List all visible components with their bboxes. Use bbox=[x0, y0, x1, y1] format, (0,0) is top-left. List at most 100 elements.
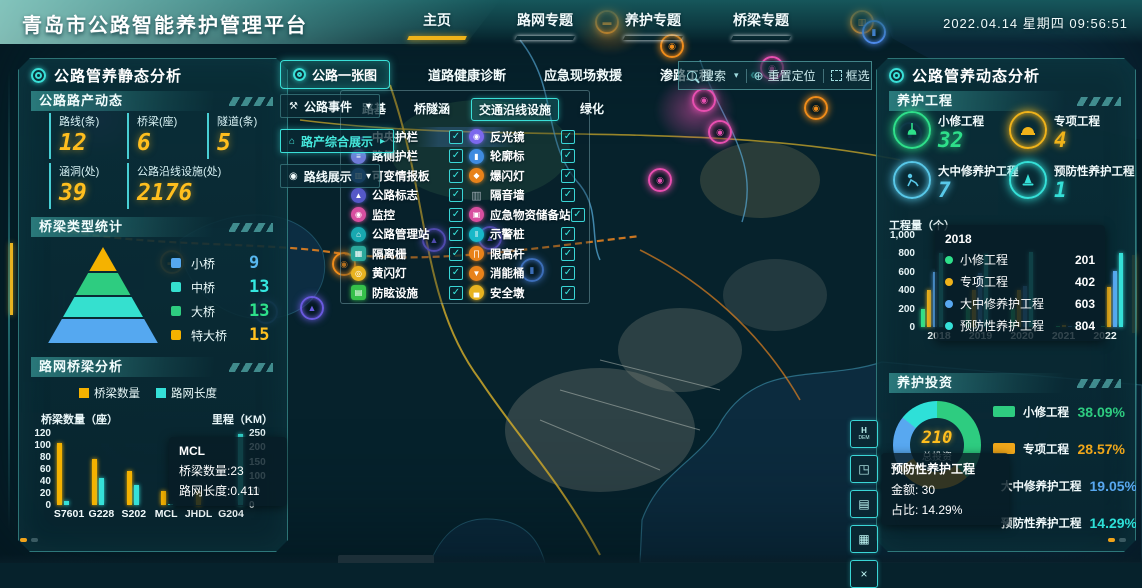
legend-item-路网长度: 路网长度 bbox=[156, 385, 217, 401]
map-marker[interactable]: ◉ bbox=[648, 168, 672, 192]
hammer-icon: ⚒ bbox=[289, 101, 298, 112]
map-button-应急现场救援[interactable]: 应急现场救援 bbox=[544, 65, 622, 84]
reset-position-button[interactable]: ⊕ 重置定位 bbox=[754, 67, 816, 84]
x-label: S202 bbox=[118, 509, 150, 521]
nav-active-underline bbox=[407, 36, 467, 40]
checkbox-消能桶[interactable]: ✓ bbox=[561, 266, 575, 280]
桥梁数量-bar[interactable] bbox=[57, 443, 62, 505]
pyramid-slice bbox=[47, 297, 159, 317]
stat-value: 12 bbox=[59, 129, 99, 159]
pagination-dots-right[interactable] bbox=[1108, 538, 1126, 542]
search-input[interactable]: 搜索 ▾ bbox=[702, 67, 739, 84]
map-marker[interactable]: ▲ bbox=[300, 296, 324, 320]
pagination-dots-left[interactable] bbox=[20, 538, 38, 542]
桥梁数量-bar[interactable] bbox=[127, 471, 132, 505]
map-marker[interactable]: ◉ bbox=[804, 96, 828, 120]
路网长度-bar[interactable] bbox=[64, 501, 69, 505]
facility-item: ◉反光镜✓ bbox=[469, 129, 581, 145]
home-icon: ⌂ bbox=[289, 136, 295, 147]
nav-tab-label: 桥梁专题 bbox=[732, 10, 790, 30]
路网长度-bar[interactable] bbox=[99, 478, 104, 505]
facility-item: ◎黄闪灯✓ bbox=[351, 265, 469, 281]
checkbox-爆闪灯[interactable]: ✓ bbox=[561, 169, 575, 183]
map-marker[interactable]: ◉ bbox=[708, 120, 732, 144]
legend-swatch bbox=[156, 388, 166, 398]
fullscreen-button[interactable]: × bbox=[850, 560, 878, 588]
checkbox-应急物资储备站[interactable]: ✓ bbox=[571, 208, 585, 222]
stat-value: 7 bbox=[938, 179, 1019, 202]
checkbox-监控[interactable]: ✓ bbox=[449, 208, 463, 222]
axis-tick: 120 bbox=[29, 428, 51, 439]
facility-item: ▥隔音墙✓ bbox=[469, 187, 581, 203]
应急物资储备站-icon: ▣ bbox=[469, 207, 484, 222]
axis-tick: 0 bbox=[885, 322, 915, 333]
反光镜-icon: ◉ bbox=[469, 129, 484, 144]
checkbox-轮廓标[interactable]: ✓ bbox=[561, 149, 575, 163]
map-marker[interactable]: ◉ bbox=[692, 88, 716, 112]
facility-tab-绿化[interactable]: 绿化 bbox=[573, 98, 611, 121]
checkbox-示警桩[interactable]: ✓ bbox=[561, 227, 575, 241]
nav-tab-主页[interactable]: 主页 bbox=[408, 10, 466, 40]
section-maintenance-investment: 养护投资 bbox=[889, 373, 1123, 393]
marquee-label: 框选 bbox=[846, 67, 870, 84]
checkbox-隔音墙[interactable]: ✓ bbox=[561, 188, 575, 202]
tooltip-row-大中修养护工程: 大中修养护工程603 bbox=[945, 295, 1095, 312]
checkbox-防眩设施[interactable]: ✓ bbox=[449, 286, 463, 300]
datetime-display: 2022.04.14 星期四 09:56:51 bbox=[943, 13, 1128, 32]
专项工程-bar[interactable] bbox=[927, 290, 931, 327]
小修工程-bar[interactable] bbox=[921, 309, 925, 327]
dropdown-路线展示[interactable]: ◉路线展示▾ bbox=[280, 164, 380, 188]
checkbox-黄闪灯[interactable]: ✓ bbox=[449, 266, 463, 280]
basemap-button[interactable]: ▤ bbox=[850, 490, 878, 518]
road-onemap-button[interactable]: 公路一张图 bbox=[280, 60, 390, 89]
安全墩-icon: ▄ bbox=[469, 285, 484, 300]
路网长度-bar[interactable] bbox=[134, 485, 139, 505]
dem-layer-button[interactable]: HDEM bbox=[850, 420, 878, 448]
预防性养护工程-bar[interactable] bbox=[1119, 253, 1123, 327]
专项工程-bar[interactable] bbox=[1107, 287, 1111, 327]
marquee-select-button[interactable]: 框选 bbox=[831, 67, 870, 84]
tool-glyph: × bbox=[860, 567, 867, 581]
checkbox-路侧护栏[interactable]: ✓ bbox=[449, 149, 463, 163]
checkbox-安全墩[interactable]: ✓ bbox=[561, 286, 575, 300]
dropdown-路产综合展示[interactable]: ⌂路产综合展示▸ bbox=[280, 129, 394, 153]
checkbox-可变情报板[interactable]: ✓ bbox=[449, 169, 463, 183]
nav-tab-路网专题[interactable]: 路网专题 bbox=[516, 10, 574, 40]
checkbox-限高杆[interactable]: ✓ bbox=[561, 247, 575, 261]
facility-label: 公路标志 bbox=[372, 187, 449, 203]
checkbox-隔离栅[interactable]: ✓ bbox=[449, 247, 463, 261]
桥梁数量-bar[interactable] bbox=[161, 491, 166, 505]
legend-label: 中桥 bbox=[191, 279, 239, 296]
x-label: G228 bbox=[85, 509, 117, 521]
stat-text: 小修工程32 bbox=[938, 111, 984, 152]
axis-tick: 0 bbox=[29, 500, 51, 511]
facility-tab-交通沿线设施[interactable]: 交通沿线设施 bbox=[471, 98, 559, 121]
buildings-layer-button[interactable]: ▦ bbox=[850, 525, 878, 553]
stat-text: 大中修养护工程7 bbox=[938, 161, 1019, 202]
facility-label: 监控 bbox=[372, 207, 449, 223]
dropdown-label: 公路事件 bbox=[304, 98, 352, 115]
right-axis-label: 里程（KM） bbox=[212, 411, 273, 427]
tooltip-row-预防性养护工程: 预防性养护工程804 bbox=[945, 317, 1095, 334]
大中修养护工程-bar[interactable] bbox=[1113, 271, 1117, 327]
investment-legend-专项工程: 专项工程28.57% bbox=[993, 430, 1125, 467]
facility-item: ▮轮廓标✓ bbox=[469, 148, 581, 164]
桥梁数量-bar[interactable] bbox=[92, 459, 97, 505]
隔音墙-icon: ▥ bbox=[469, 188, 484, 203]
section-network-bridges: 路网桥梁分析 bbox=[31, 357, 275, 377]
nav-active-underline bbox=[515, 36, 575, 40]
series-dot bbox=[945, 256, 953, 264]
facility-tab-桥隧涵[interactable]: 桥隧涵 bbox=[407, 98, 457, 121]
checkbox-公路管理站[interactable]: ✓ bbox=[449, 227, 463, 241]
axis-tick: 80 bbox=[29, 452, 51, 463]
nav-tab-养护专题[interactable]: 养护专题 bbox=[624, 10, 682, 40]
cube-3d-button[interactable]: ◳ bbox=[850, 455, 878, 483]
facility-label: 隔离栅 bbox=[372, 246, 449, 262]
checkbox-公路标志[interactable]: ✓ bbox=[449, 188, 463, 202]
nav-tab-桥梁专题[interactable]: 桥梁专题 bbox=[732, 10, 790, 40]
main-nav: 主页 路网专题 养护专题 桥梁专题 bbox=[408, 10, 790, 40]
dropdown-公路事件[interactable]: ⚒公路事件▾ bbox=[280, 94, 380, 118]
map-button-道路健康诊断[interactable]: 道路健康诊断 bbox=[428, 65, 506, 84]
checkbox-中央护栏[interactable]: ✓ bbox=[449, 130, 463, 144]
checkbox-反光镜[interactable]: ✓ bbox=[561, 130, 575, 144]
